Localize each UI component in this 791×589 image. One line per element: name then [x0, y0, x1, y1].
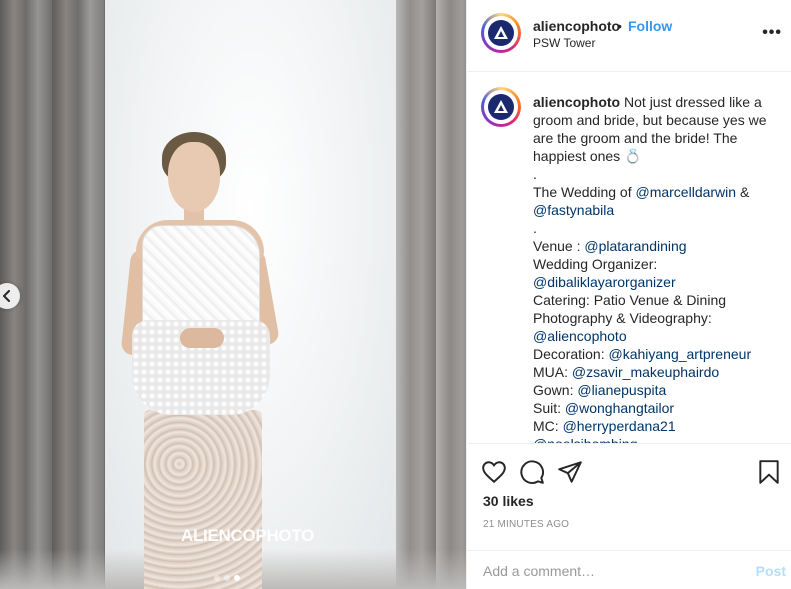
wedding-line: The Wedding of @marcelldarwin &	[533, 183, 773, 201]
wedding-label: The Wedding of	[533, 184, 636, 200]
separator-dot: •	[617, 18, 622, 34]
mua-line: MUA: @zsavir_makeuphairdo	[533, 363, 773, 381]
mention-link[interactable]: @lianepuspita	[577, 382, 666, 398]
share-button[interactable]	[557, 459, 585, 487]
mention-link[interactable]: @platarandining	[584, 238, 686, 254]
caption-avatar[interactable]	[481, 87, 521, 127]
location-link[interactable]: PSW Tower	[533, 36, 595, 50]
heart-icon	[482, 461, 506, 484]
mention-link[interactable]: @fastynabila	[533, 201, 773, 219]
bookmark-icon	[759, 460, 779, 484]
post-sidebar: aliencophoto • Follow PSW Tower ••• alie…	[466, 0, 791, 589]
photo-label: Photography & Videography:	[533, 310, 712, 326]
post-timestamp[interactable]: 21 MINUTES AGO	[483, 519, 569, 530]
catering-line: Catering: Patio Venue & Dining	[533, 292, 727, 308]
lace-skirt	[144, 410, 262, 589]
share-icon	[558, 461, 582, 483]
mc-label: MC:	[533, 418, 563, 434]
suit-label: Suit:	[533, 400, 565, 416]
post-header: aliencophoto • Follow PSW Tower •••	[467, 0, 791, 72]
caption-username[interactable]: aliencophoto	[533, 94, 620, 110]
mention-link[interactable]: @herryperdana21	[563, 418, 676, 434]
gown-label: Gown:	[533, 382, 578, 398]
venue-label: Venue :	[533, 238, 585, 254]
carousel-dot	[224, 575, 230, 581]
more-options-icon[interactable]: •••	[762, 24, 782, 42]
mention-link[interactable]: @marcelldarwin	[635, 184, 736, 200]
mention-link[interactable]: @wonghangtailor	[565, 400, 674, 416]
decoration-label: Decoration:	[533, 346, 609, 362]
like-button[interactable]	[481, 459, 509, 487]
post-photo[interactable]: ALIENCOPHOTO	[0, 0, 466, 589]
ampersand: &	[736, 184, 750, 200]
caption-intro: aliencophoto Not just dressed like a gro…	[533, 93, 773, 165]
hands	[180, 328, 224, 348]
post-caption: aliencophoto Not just dressed like a gro…	[533, 93, 773, 443]
photo-watermark: ALIENCOPHOTO	[181, 526, 315, 545]
suit-line: Suit: @wonghangtailor	[533, 399, 773, 417]
mua-label: MUA:	[533, 364, 572, 380]
post-comment-button[interactable]: Post	[756, 563, 786, 579]
mention-link[interactable]: @dibaliklayarorganizer	[533, 273, 773, 291]
caption-dot: .	[533, 220, 537, 236]
wo-label: Wedding Organizer:	[533, 256, 658, 272]
mention-link[interactable]: @noelsihombing	[533, 435, 773, 443]
right-curtain	[396, 0, 466, 589]
face	[168, 142, 220, 212]
follow-button[interactable]: Follow	[628, 18, 672, 34]
comment-button[interactable]	[519, 459, 547, 487]
instagram-post-modal: ALIENCOPHOTO aliencophoto • Follow PSW T…	[0, 0, 791, 589]
like-count[interactable]: 30 likes	[483, 493, 534, 509]
bride-figure	[110, 120, 290, 589]
comment-icon	[520, 460, 544, 484]
carousel-dot	[214, 575, 220, 581]
dress-bodice	[142, 225, 260, 335]
mc-line: MC: @herryperdana21	[533, 417, 773, 435]
mention-link[interactable]: @aliencophoto	[533, 327, 773, 345]
gown-line: Gown: @lianepuspita	[533, 381, 773, 399]
carousel-indicator	[214, 575, 240, 581]
caption-dot: .	[533, 166, 537, 182]
save-button[interactable]	[757, 459, 785, 487]
decoration-line: Decoration: @kahiyang_artpreneur	[533, 345, 773, 363]
alienco-logo-icon	[494, 100, 508, 113]
chevron-left-icon	[3, 290, 10, 302]
mention-link[interactable]: @zsavir_makeuphairdo	[572, 364, 719, 380]
carousel-dot-active	[234, 575, 240, 581]
mention-link[interactable]: @kahiyang_artpreneur	[608, 346, 751, 362]
header-username[interactable]: aliencophoto	[533, 18, 620, 34]
post-actions: 30 likes 21 MINUTES AGO	[467, 443, 791, 543]
alienco-logo-icon	[494, 26, 508, 39]
comment-input[interactable]	[483, 562, 733, 580]
comment-form: Post	[467, 550, 791, 589]
venue-line: Venue : @platarandining	[533, 237, 773, 255]
avatar[interactable]	[481, 13, 521, 53]
